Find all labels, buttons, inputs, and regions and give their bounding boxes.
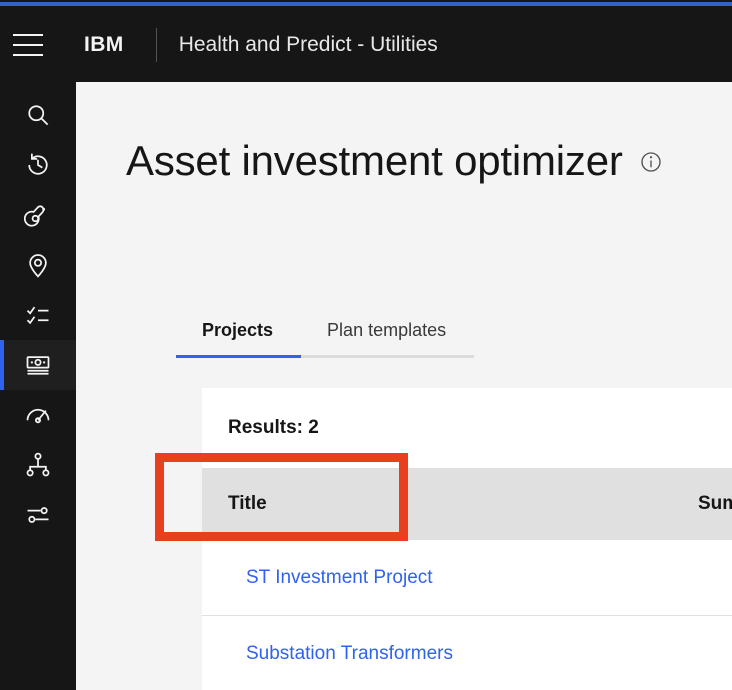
tab-projects[interactable]: Projects [176, 320, 302, 358]
hamburger-bar-2 [13, 44, 43, 46]
hamburger-bar-3 [13, 54, 43, 56]
projects-table: Results: 2 Title Summary ST Investment P… [202, 388, 732, 690]
table-toolbar: Results: 2 [202, 388, 732, 468]
sidebar-item-tasks[interactable] [0, 290, 76, 340]
global-header: IBM Health and Predict - Utilities [0, 8, 732, 82]
search-icon [24, 101, 52, 129]
table-row[interactable]: ST Investment Project [202, 540, 732, 616]
window-accent-strip [0, 0, 732, 8]
sidebar-item-assets[interactable] [0, 190, 76, 240]
hamburger-bars [13, 34, 43, 56]
sidebar-item-hierarchy[interactable] [0, 440, 76, 490]
app-title: Health and Predict - Utilities [178, 33, 438, 56]
sidebar-item-history[interactable] [0, 140, 76, 190]
cell-title: Substation Transformers [202, 643, 706, 665]
information-icon[interactable] [639, 150, 663, 179]
sidebar-item-performance[interactable] [0, 390, 76, 440]
column-header-title[interactable]: Title [202, 493, 698, 515]
hamburger-bar-1 [13, 34, 43, 36]
brand-label[interactable]: IBM [56, 33, 134, 57]
sliders-icon [24, 501, 52, 529]
page-header: Asset investment optimizer [126, 140, 663, 182]
app-window: IBM Health and Predict - Utilities Asset… [0, 0, 732, 690]
sidebar-item-settings[interactable] [0, 490, 76, 540]
location-pin-icon [24, 251, 52, 279]
sidebar-item-investment[interactable] [0, 340, 76, 390]
project-link-st-investment-project[interactable]: ST Investment Project [246, 567, 433, 588]
page-title: Asset investment optimizer [126, 137, 623, 184]
tab-list: Projects Plan templates [176, 320, 475, 358]
history-icon [24, 151, 52, 179]
sidebar-item-locations[interactable] [0, 240, 76, 290]
header-divider [155, 28, 157, 62]
project-link-substation-transformers[interactable]: Substation Transformers [246, 643, 453, 664]
cell-title: ST Investment Project [202, 567, 706, 589]
gauge-icon [24, 401, 52, 429]
hierarchy-icon [24, 451, 52, 479]
hamburger-menu-icon[interactable] [0, 8, 56, 82]
column-header-summary[interactable]: Summary [698, 493, 732, 515]
table-row[interactable]: Substation Transformers [202, 616, 732, 690]
sidebar-rail [0, 82, 76, 690]
money-stack-icon [24, 351, 52, 379]
asset-tag-icon [24, 201, 52, 229]
window-accent-bar [0, 2, 732, 6]
results-count: Results: 2 [228, 417, 319, 438]
sidebar-item-search[interactable] [0, 90, 76, 140]
tab-plan-templates[interactable]: Plan templates [301, 320, 475, 358]
main-content: Asset investment optimizer Projects Plan… [76, 82, 732, 690]
table-header-row: Title Summary [202, 468, 732, 540]
checklist-icon [24, 301, 52, 329]
